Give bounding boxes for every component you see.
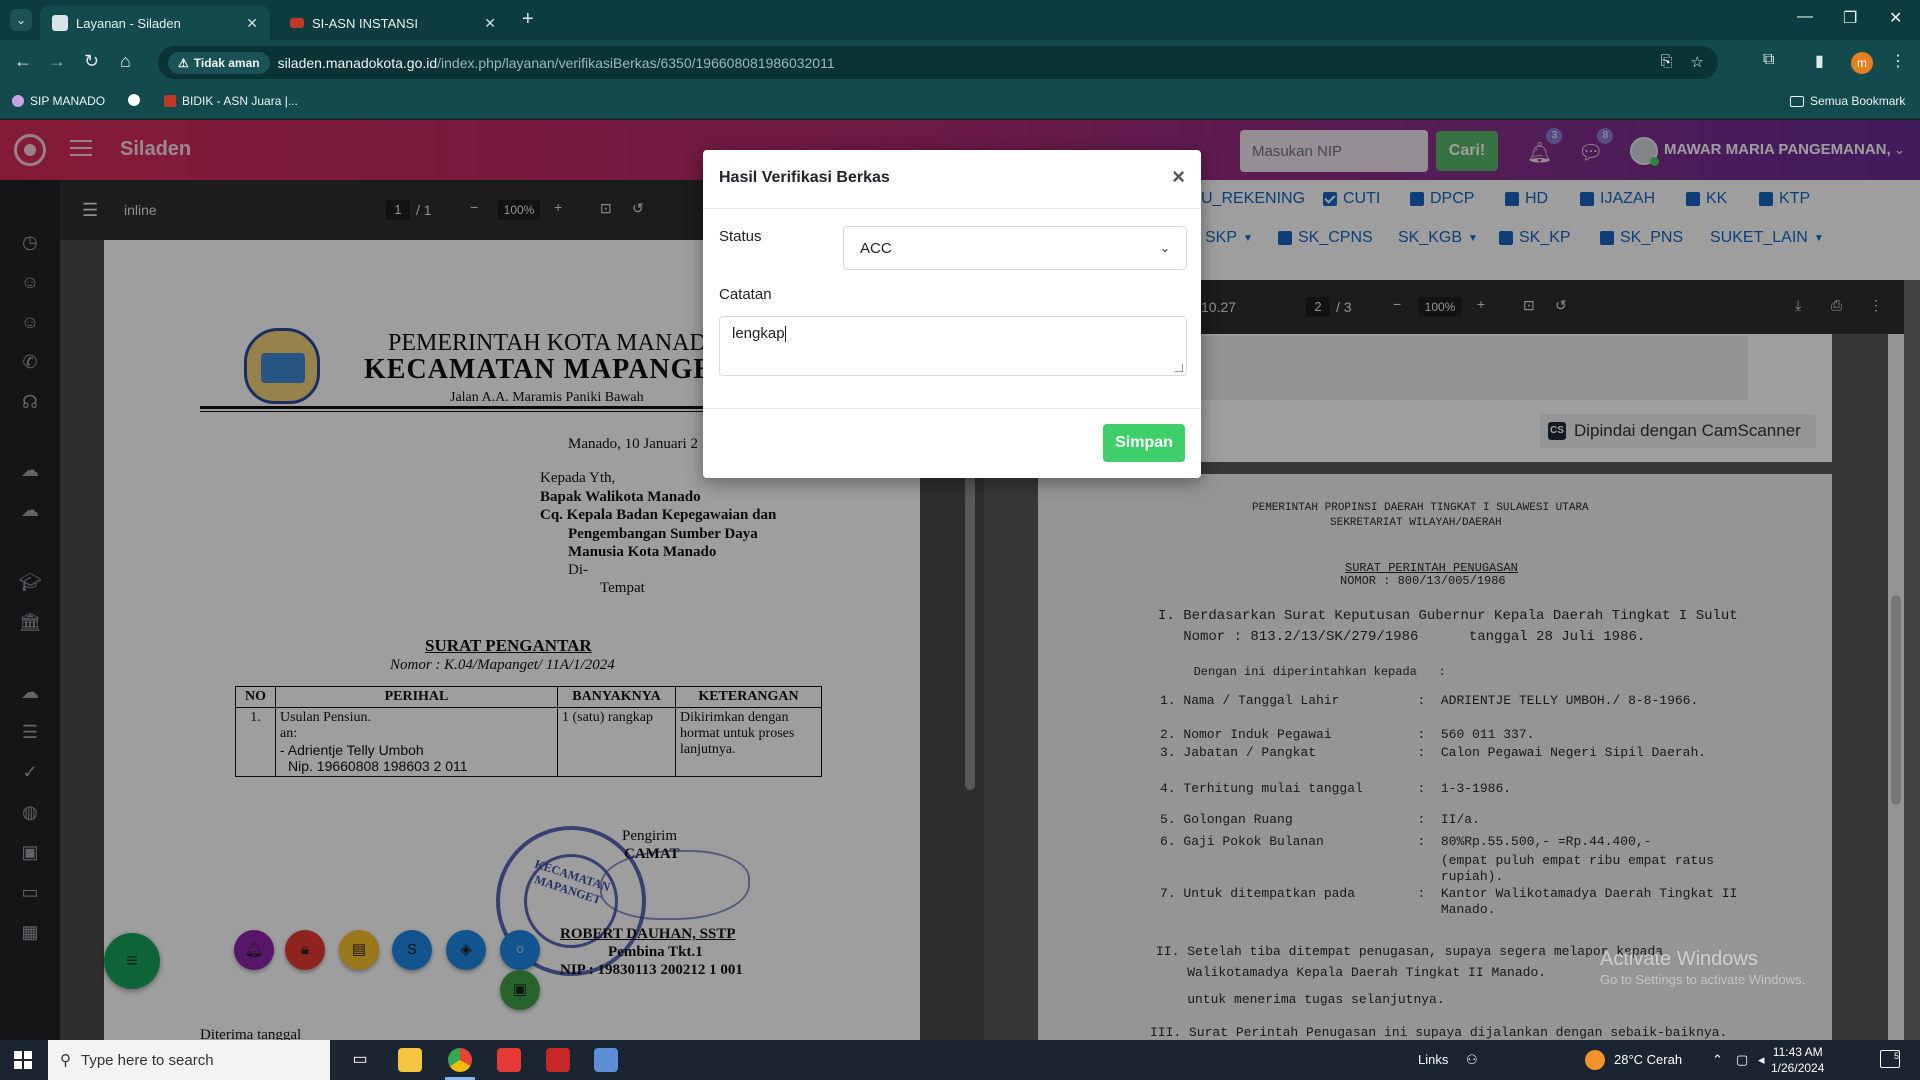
- translate-icon[interactable]: ⎘: [1661, 53, 1673, 71]
- activate-windows-watermark: Activate Windows: [1600, 948, 1758, 970]
- modal-title: Hasil Verifikasi Berkas: [719, 169, 890, 186]
- chrome-icon[interactable]: [448, 1048, 472, 1072]
- warning-icon: ⚠: [178, 55, 189, 70]
- extensions-icon[interactable]: ⧉: [1763, 51, 1774, 69]
- url-text: siladen.manadokota.go.id/index.php/layan…: [277, 54, 835, 71]
- notification-center-icon[interactable]: 5: [1880, 1050, 1900, 1068]
- modal-header: Hasil Verifikasi Berkas ×: [703, 150, 1201, 209]
- restore-icon[interactable]: ❐: [1843, 8, 1857, 28]
- resize-handle-icon[interactable]: [1175, 364, 1183, 372]
- home-icon[interactable]: ⌂: [120, 51, 131, 72]
- browser-tab-bar: ⌄ Layanan - Siladen ✕ SI-ASN INSTANSI ✕ …: [0, 0, 1920, 40]
- weather-sun-icon: [1585, 1050, 1605, 1070]
- close-icon[interactable]: ×: [1172, 164, 1185, 190]
- menu-dots-icon[interactable]: ⋮: [1890, 51, 1906, 71]
- speaker-icon[interactable]: ◂: [1758, 1052, 1765, 1068]
- calculator-icon[interactable]: [594, 1048, 618, 1072]
- file-explorer-icon[interactable]: [398, 1048, 422, 1072]
- bookmark-bidik[interactable]: BIDIK - ASN Juara |...: [164, 94, 298, 108]
- not-secure-badge[interactable]: ⚠ Tidak aman: [168, 51, 270, 74]
- search-icon: ⚲: [60, 1052, 71, 1069]
- bookmark-sip-manado[interactable]: SIP MANADO: [12, 94, 105, 108]
- modal-footer-divider: [703, 408, 1201, 409]
- minimize-icon[interactable]: —: [1797, 8, 1813, 26]
- bidik-favicon: [164, 95, 176, 107]
- forward-icon[interactable]: →: [48, 51, 66, 72]
- verification-modal: Hasil Verifikasi Berkas × Status ACC ⌄ C…: [703, 150, 1201, 478]
- catatan-textarea[interactable]: lengkap: [719, 316, 1187, 376]
- bookmark-globe[interactable]: [128, 94, 140, 106]
- status-selected-value: ACC: [860, 239, 892, 257]
- new-tab-icon[interactable]: +: [522, 8, 534, 31]
- window-close-icon[interactable]: ✕: [1889, 8, 1902, 28]
- activate-windows-subtext: Go to Settings to activate Windows.: [1600, 972, 1806, 987]
- simpan-button[interactable]: Simpan: [1103, 424, 1185, 462]
- pdf-app-icon[interactable]: [546, 1048, 570, 1072]
- tab-layanan-siladen[interactable]: Layanan - Siladen ✕: [40, 6, 270, 40]
- globe-icon: [128, 94, 140, 106]
- side-panel-icon[interactable]: ▮: [1815, 51, 1824, 71]
- catatan-value: lengkap: [732, 325, 785, 342]
- status-select[interactable]: ACC ⌄: [843, 226, 1187, 270]
- all-bookmarks[interactable]: Semua Bookmark: [1790, 94, 1905, 108]
- system-clock[interactable]: 11:43 AM 1/26/2024: [1771, 1044, 1824, 1076]
- back-icon[interactable]: ←: [14, 51, 32, 72]
- weather-text[interactable]: 28°C Cerah: [1614, 1052, 1682, 1067]
- folder-icon: [1790, 95, 1804, 107]
- tab-title: Layanan - Siladen: [76, 15, 181, 31]
- tab-si-asn[interactable]: SI-ASN INSTANSI ✕: [278, 6, 508, 40]
- windows-start-icon[interactable]: [14, 1051, 32, 1069]
- si-asn-favicon: [290, 18, 304, 28]
- tab-title: SI-ASN INSTANSI: [312, 15, 418, 31]
- status-label: Status: [719, 228, 762, 245]
- reload-icon[interactable]: ↻: [84, 51, 99, 72]
- siladen-favicon: [52, 15, 68, 31]
- people-icon[interactable]: ⚇: [1466, 1052, 1478, 1068]
- text-cursor: [784, 326, 786, 343]
- task-view-icon[interactable]: ▭: [348, 1048, 372, 1072]
- browser-toolbar: ← → ↻ ⌂ ⚠ Tidak aman siladen.manadokota.…: [0, 40, 1920, 85]
- tab-close-icon[interactable]: ✕: [484, 15, 496, 32]
- address-bar[interactable]: ⚠ Tidak aman siladen.manadokota.go.id/in…: [158, 46, 1718, 79]
- chevron-down-icon: ⌄: [1159, 241, 1170, 255]
- anydesk-icon[interactable]: [497, 1048, 521, 1072]
- tab-search-dropdown[interactable]: ⌄: [10, 9, 32, 31]
- taskbar-search[interactable]: ⚲ Type here to search: [48, 1040, 330, 1080]
- profile-avatar[interactable]: m: [1851, 52, 1873, 74]
- sip-favicon: [12, 95, 24, 107]
- bookmarks-bar: SIP MANADO BIDIK - ASN Juara |... Semua …: [0, 85, 1920, 119]
- bookmark-star-icon[interactable]: ☆: [1691, 53, 1704, 71]
- device-icon[interactable]: ▢: [1736, 1052, 1748, 1068]
- windows-taskbar: ⚲ Type here to search ▭ Links ⚇ 28°C Cer…: [0, 1040, 1920, 1080]
- links-toolbar[interactable]: Links: [1418, 1052, 1448, 1067]
- catatan-label: Catatan: [719, 286, 772, 303]
- tray-chevron-icon[interactable]: ⌃: [1712, 1052, 1723, 1068]
- tab-close-icon[interactable]: ✕: [246, 15, 258, 32]
